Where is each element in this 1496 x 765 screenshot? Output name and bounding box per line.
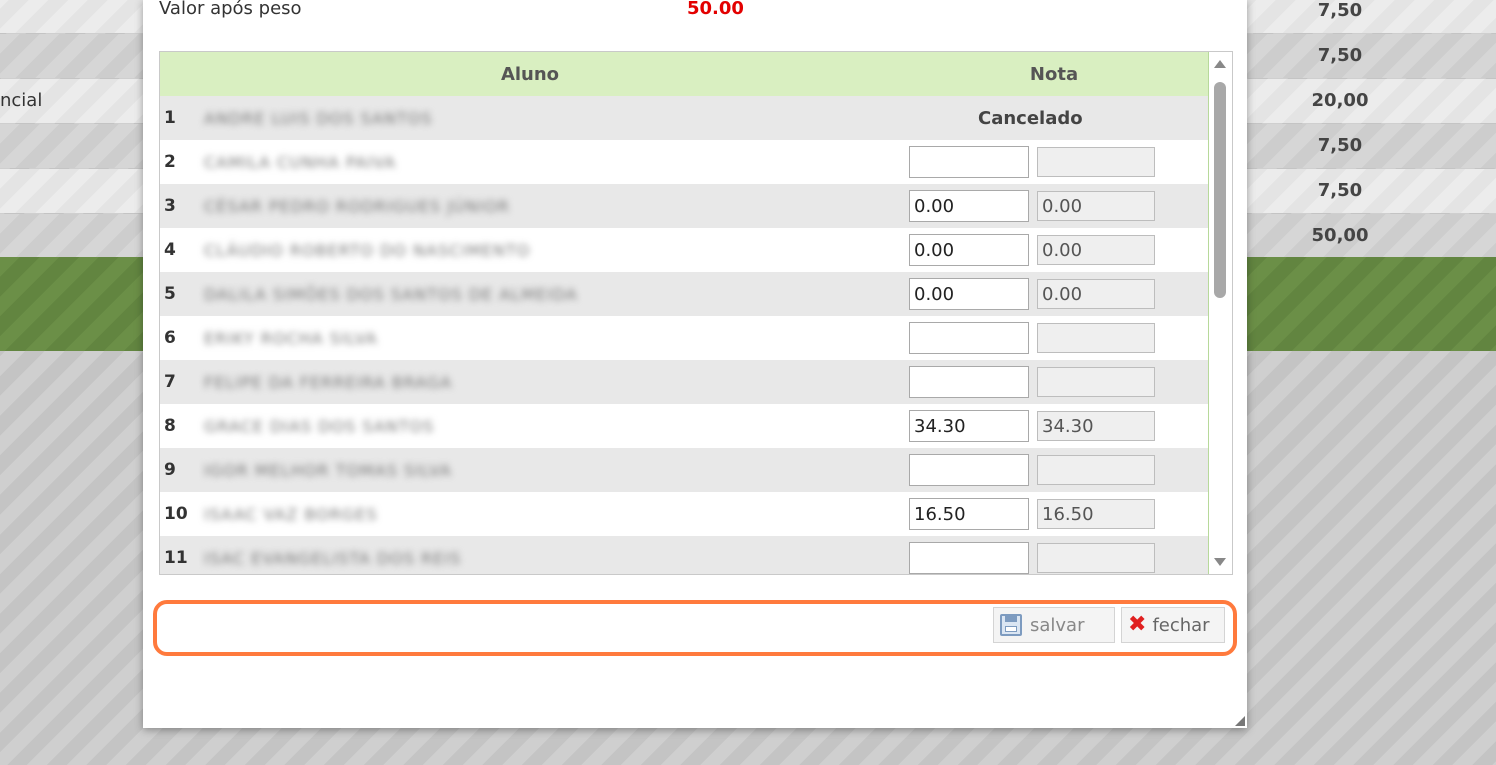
students-grid: Aluno Nota 1 ANDRE LUIS DOS SANTOS Cancela… [159, 51, 1233, 575]
nota-input[interactable] [909, 322, 1029, 354]
valor-apos-peso-label: Valor após peso [159, 0, 302, 19]
nota-final-field [1037, 191, 1155, 221]
grades-dialog: Valor após peso 50.00 Aluno Nota 1 ANDRE … [143, 0, 1247, 728]
table-row: 2 CAMILA CUNHA PAIVA [160, 140, 1208, 184]
row-number: 9 [164, 460, 176, 480]
student-name: FELIPE DA FERREIRA BRAGA [204, 372, 453, 392]
table-row: 10 ISAAC VAZ BORGES [160, 492, 1208, 536]
save-button-label: salvar [1030, 614, 1085, 636]
table-row: 5 DALILA SIMÕES DOS SANTOS DE ALMEIDA [160, 272, 1208, 316]
nota-final-field [1037, 323, 1155, 353]
row-number: 8 [164, 416, 176, 436]
header-nota: Nota [1029, 63, 1079, 85]
floppy-disk-icon [1000, 614, 1022, 636]
scroll-up-icon[interactable] [1214, 60, 1226, 68]
header-aluno: Aluno [500, 63, 560, 85]
student-name: CAMILA CUNHA PAIVA [204, 152, 397, 172]
scroll-down-icon[interactable] [1214, 558, 1226, 566]
student-name: CÉSAR PEDRO RODRIGUES JÚNIOR [204, 196, 510, 216]
grid-rows: 1 ANDRE LUIS DOS SANTOS Cancelado 2 CAMILA C… [160, 96, 1208, 574]
nota-final-field [1037, 367, 1155, 397]
background-row-value: 50,00 [1311, 225, 1369, 246]
grid-header: Aluno Nota [160, 52, 1208, 96]
row-number: 1 [164, 108, 176, 128]
table-row: 9 IGOR MELHOR TOMAS SILVA [160, 448, 1208, 492]
close-button-label: fechar [1152, 614, 1210, 636]
nota-input[interactable] [909, 454, 1029, 486]
student-name: ISAAC VAZ BORGES [204, 504, 378, 524]
nota-input[interactable] [909, 410, 1029, 442]
table-row: 4 CLÁUDIO ROBERTO DO NASCIMENTO [160, 228, 1208, 272]
table-row: 8 GRACE DIAS DOS SANTOS [160, 404, 1208, 448]
background-row-value: 7,50 [1317, 135, 1363, 156]
table-row: 1 ANDRE LUIS DOS SANTOS Cancelado [160, 96, 1208, 140]
student-name: ERIKY ROCHA SILVA [204, 328, 378, 348]
nota-final-field [1037, 543, 1155, 573]
nota-input[interactable] [909, 190, 1029, 222]
student-name: ANDRE LUIS DOS SANTOS [204, 108, 433, 128]
nota-input[interactable] [909, 234, 1029, 266]
resize-handle-icon[interactable] [1235, 716, 1245, 726]
nota-input[interactable] [909, 498, 1029, 530]
background-row-label: ncial [0, 90, 43, 111]
nota-input[interactable] [909, 366, 1029, 398]
nota-final-field [1037, 499, 1155, 529]
background-row-value: 7,50 [1317, 180, 1363, 201]
row-number: 3 [164, 196, 176, 216]
nota-final-field [1037, 455, 1155, 485]
nota-final-field [1037, 147, 1155, 177]
row-number: 2 [164, 152, 176, 172]
background-row-value: 7,50 [1317, 45, 1363, 66]
table-row: 6 ERIKY ROCHA SILVA [160, 316, 1208, 360]
nota-input[interactable] [909, 542, 1029, 574]
background-row-value: 7,50 [1317, 0, 1363, 21]
close-button[interactable]: ✖ fechar [1121, 607, 1225, 643]
row-number: 11 [164, 548, 188, 568]
student-name: ISAC EVANGELISTA DOS REIS [204, 548, 462, 568]
table-row: 7 FELIPE DA FERREIRA BRAGA [160, 360, 1208, 404]
nota-input[interactable] [909, 146, 1029, 178]
nota-final-field [1037, 279, 1155, 309]
close-icon: ✖ [1128, 612, 1147, 637]
student-name: DALILA SIMÕES DOS SANTOS DE ALMEIDA [204, 284, 578, 304]
row-number: 4 [164, 240, 176, 260]
nota-input[interactable] [909, 278, 1029, 310]
background-row-value: 20,00 [1311, 90, 1369, 111]
save-button[interactable]: salvar [993, 607, 1115, 643]
nota-final-field [1037, 411, 1155, 441]
student-name: GRACE DIAS DOS SANTOS [204, 416, 435, 436]
nota-final-field [1037, 235, 1155, 265]
grid-body: Aluno Nota 1 ANDRE LUIS DOS SANTOS Cancela… [160, 52, 1209, 574]
student-name: IGOR MELHOR TOMAS SILVA [204, 460, 452, 480]
row-number: 5 [164, 284, 176, 304]
status-cancelado: Cancelado [978, 107, 1083, 129]
table-row: 11 ISAC EVANGELISTA DOS REIS [160, 536, 1208, 574]
scroll-thumb[interactable] [1214, 82, 1226, 298]
grid-scrollbar[interactable] [1209, 52, 1232, 574]
row-number: 6 [164, 328, 176, 348]
student-name: CLÁUDIO ROBERTO DO NASCIMENTO [204, 240, 531, 260]
row-number: 10 [164, 504, 188, 524]
table-row: 3 CÉSAR PEDRO RODRIGUES JÚNIOR [160, 184, 1208, 228]
row-number: 7 [164, 372, 176, 392]
valor-apos-peso-value: 50.00 [687, 0, 744, 19]
